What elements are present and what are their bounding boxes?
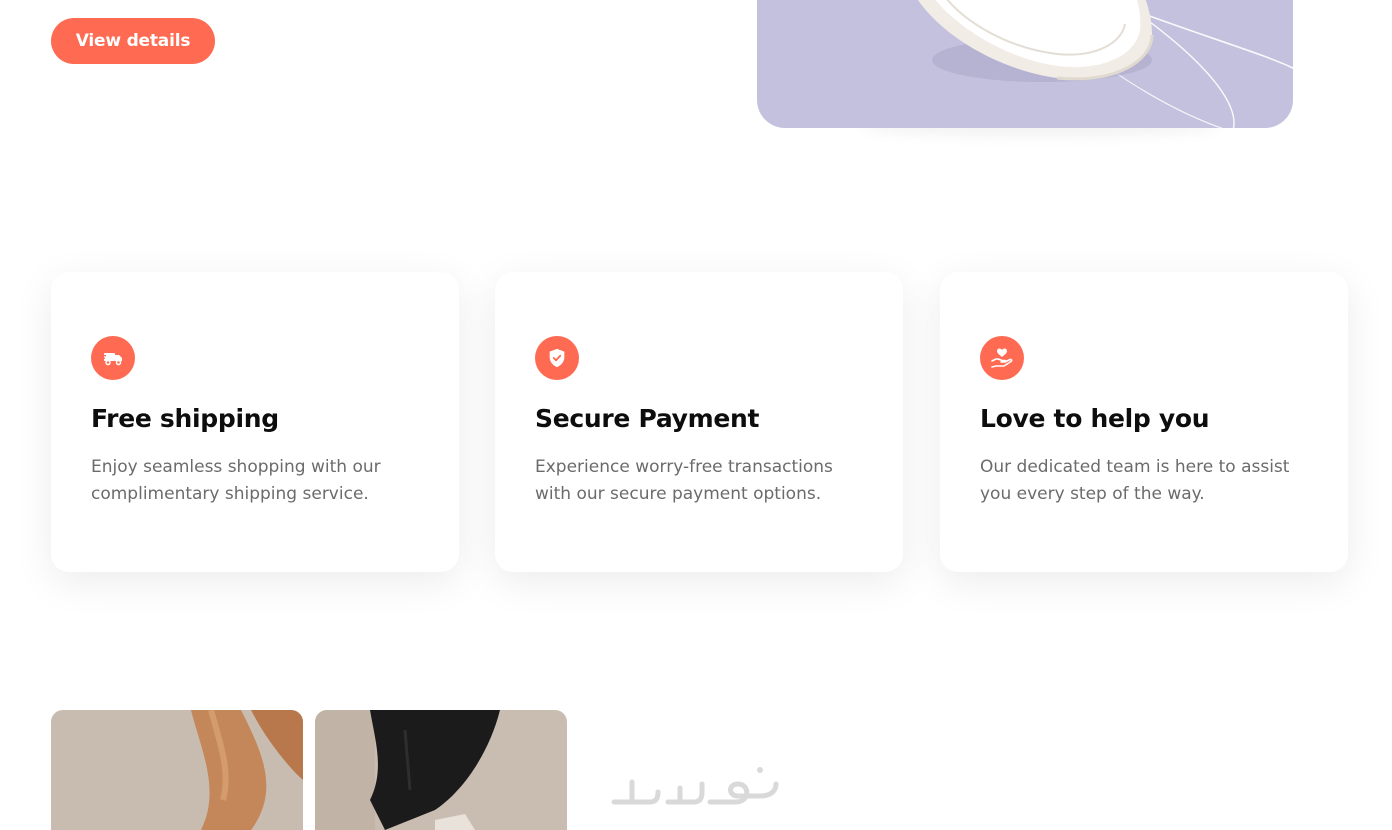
khamsat-watermark-logo xyxy=(611,767,779,805)
hand-heart-icon xyxy=(980,336,1024,380)
feature-title: Love to help you xyxy=(980,404,1210,433)
feature-title: Secure Payment xyxy=(535,404,760,433)
feature-description: Enjoy seamless shopping with our complim… xyxy=(91,457,381,504)
view-details-button[interactable]: View details xyxy=(51,18,215,64)
product-thumbnail[interactable] xyxy=(315,710,567,830)
shield-check-icon xyxy=(535,336,579,380)
feature-title: Free shipping xyxy=(91,404,279,433)
truck-icon xyxy=(91,336,135,380)
feature-description: Our dedicated team is here to assist you… xyxy=(980,457,1290,504)
sneaker-illustration xyxy=(917,0,1293,128)
feature-card-secure-payment: Secure Payment Experience worry-free tra… xyxy=(495,272,903,572)
feature-description: Experience worry-free transactions with … xyxy=(535,457,833,504)
feature-card-love-to-help: Love to help you Our dedicated team is h… xyxy=(940,272,1348,572)
product-thumbnail[interactable] xyxy=(51,710,303,830)
hero-product-image xyxy=(757,0,1293,128)
feature-card-free-shipping: Free shipping Enjoy seamless shopping wi… xyxy=(51,272,459,572)
